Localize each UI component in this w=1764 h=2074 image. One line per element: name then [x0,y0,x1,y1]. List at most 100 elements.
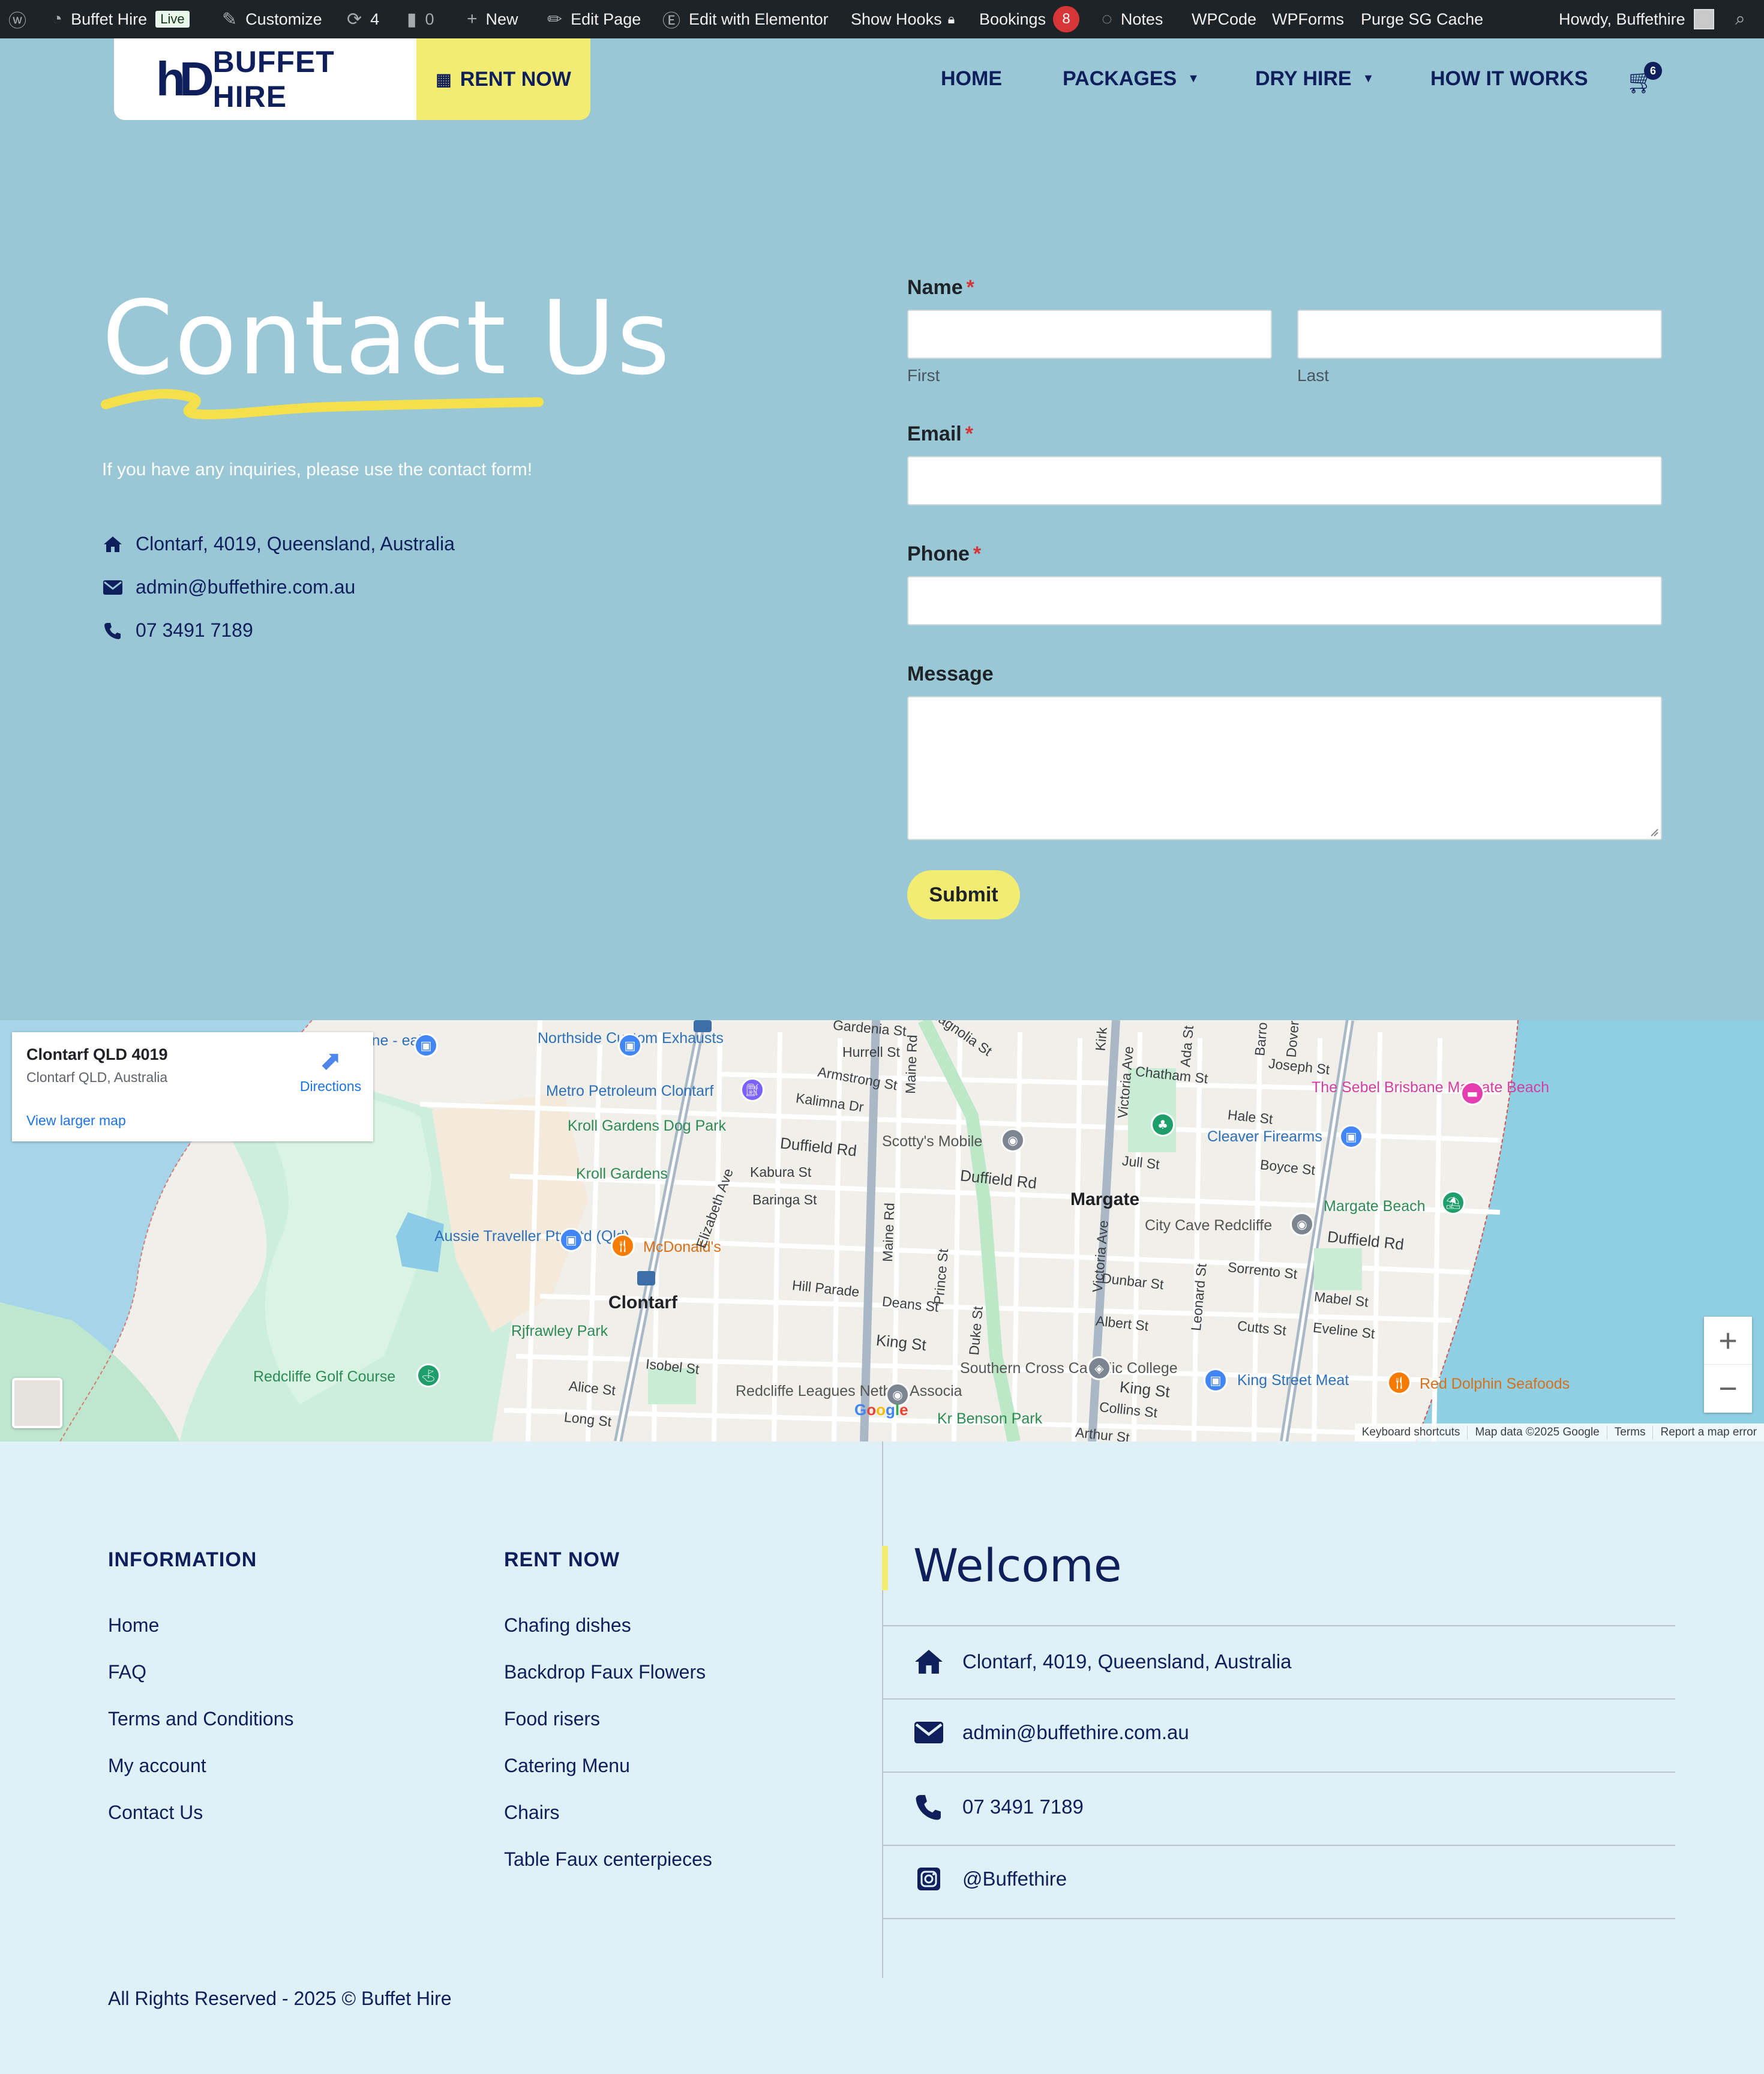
map-label-king-meat[interactable]: King Street Meat [1237,1372,1349,1389]
email-field[interactable] [907,456,1662,505]
admin-wpcode[interactable]: WPCode [1192,0,1256,38]
directions-icon: ⬈ [319,1046,342,1075]
dashboard-icon: ◔ [52,9,63,29]
map-label-aussie[interactable]: Aussie Traveller Pty Ltd (Qld) [434,1228,629,1245]
site-logo[interactable]: hD BUFFET HIRE [114,38,417,120]
map-pin-shopping-icon[interactable]: ▣ [1204,1368,1228,1392]
footer-rule [883,1918,1675,1919]
map-pin-place-icon[interactable]: ◉ [1001,1128,1025,1152]
message-textarea[interactable] [907,696,1662,840]
admin-edit-elementor[interactable]: Ⓔ Edit with Elementor [662,0,829,38]
hero-address-text: Clontarf, 4019, Queensland, Australia [136,533,455,555]
admin-bookings[interactable]: Bookings 8 [979,0,1080,38]
map-label-kroll-dog[interactable]: Kroll Gardens Dog Park [568,1117,726,1135]
hero-section [0,38,1764,1020]
keyboard-shortcuts-link[interactable]: Keyboard shortcuts [1355,1426,1468,1439]
hero-email[interactable]: admin@buffethire.com.au [102,576,355,598]
map-pin-place-icon[interactable]: ◉ [1290,1212,1314,1236]
admin-purge-cache[interactable]: Purge SG Cache [1361,0,1483,38]
map-label-southern-cross[interactable]: Southern Cross Catholic College [960,1360,1178,1377]
admin-wpforms[interactable]: WPForms [1272,0,1344,38]
admin-customize[interactable]: ✎ Customize [222,0,322,38]
zoom-in-button[interactable]: + [1704,1317,1752,1365]
hero-subtitle: If you have any inquiries, please use th… [102,460,533,479]
footer-link-faq[interactable]: FAQ [108,1661,146,1683]
last-name-input[interactable] [1297,310,1662,359]
nav-packages[interactable]: PACKAGES ▼ [1063,67,1199,91]
submit-button[interactable]: Submit [907,870,1020,919]
map-label-metro[interactable]: Metro Petroleum Clontarf [546,1083,713,1100]
footer-link-chafing[interactable]: Chafing dishes [504,1614,631,1637]
map-pin-restaurant-icon[interactable]: 🍴︎ [1387,1371,1411,1395]
admin-notes[interactable]: ◌ Notes [1102,0,1163,38]
view-larger-map-link[interactable]: View larger map [26,1113,126,1129]
footer-link-chairs[interactable]: Chairs [504,1802,559,1824]
street-maine-1: Maine Rd [902,1034,920,1095]
footer-phone[interactable]: 07 3491 7189 [912,1793,1084,1821]
map-pin-golf-icon[interactable]: ⛳︎ [416,1363,440,1387]
hero-phone[interactable]: 07 3491 7189 [102,619,253,642]
admin-site-name[interactable]: ◔ Buffet Hire Live [52,0,190,38]
map-label-benson[interactable]: Kr Benson Park [937,1410,1042,1428]
google-map[interactable]: Northside Custom Exhausts ine - ealer Me… [0,1020,1764,1441]
map-label-rjfrawley[interactable]: Rjfrawley Park [511,1323,608,1340]
nav-dry-hire[interactable]: DRY HIRE ▼ [1255,67,1374,91]
map-label-leagues[interactable]: Redcliffe Leagues Netball Associa [736,1383,962,1400]
map-pin-beach-icon[interactable]: ⛱︎ [1441,1191,1465,1215]
footer-link-backdrop[interactable]: Backdrop Faux Flowers [504,1661,706,1683]
map-pin-shopping-icon[interactable]: ▣ [618,1033,642,1057]
map-pin-hotel-icon[interactable]: ▬ [1460,1081,1484,1105]
zoom-out-button[interactable]: − [1704,1365,1752,1413]
rent-now-button[interactable]: ▦ RENT NOW [416,38,590,120]
resize-handle-icon[interactable] [1650,828,1658,837]
admin-updates[interactable]: ⟳ 4 [347,0,379,38]
footer-link-catering[interactable]: Catering Menu [504,1755,630,1777]
envelope-icon [912,1722,946,1743]
map-label-golf[interactable]: Redcliffe Golf Course [253,1368,395,1386]
admin-search-icon[interactable]: ⌕ [1735,0,1745,38]
map-pin-shopping-icon[interactable]: ▣ [1339,1125,1363,1149]
nav-how-it-works[interactable]: HOW IT WORKS [1430,67,1588,91]
map-pin-park-icon[interactable]: ♣ [1151,1113,1175,1137]
wordpress-logo-icon[interactable]: ⓦ [8,0,26,38]
report-error-link[interactable]: Report a map error [1653,1426,1764,1439]
admin-account[interactable]: Howdy, Buffethire [1559,0,1714,38]
map-label-scottys[interactable]: Scotty's Mobile [882,1133,982,1150]
phone-field[interactable] [907,576,1662,625]
footer-phone-text: 07 3491 7189 [962,1796,1084,1818]
admin-comments[interactable]: ▮ 0 [407,0,434,38]
admin-edit-page[interactable]: ✏ Edit Page [547,0,641,38]
map-label-red-dolphin[interactable]: Red Dolphin Seafoods [1420,1375,1570,1393]
footer-link-account[interactable]: My account [108,1755,206,1777]
map-pin-school-icon[interactable]: ◈ [1087,1356,1111,1380]
map-zoom-controls: + − [1704,1317,1752,1413]
footer-link-centerpieces[interactable]: Table Faux centerpieces [504,1848,712,1871]
map-label-kroll[interactable]: Kroll Gardens [576,1165,668,1183]
pencil-icon: ✏ [547,9,563,29]
footer-instagram[interactable]: @Buffethire [912,1866,1067,1892]
nav-home[interactable]: HOME [941,67,1002,91]
instagram-icon [912,1866,946,1892]
map-layer-toggle[interactable] [12,1378,62,1428]
directions-label: Directions [299,1078,362,1094]
map-label-margate-beach[interactable]: Margate Beach [1324,1198,1426,1215]
admin-new[interactable]: + New [467,0,518,38]
footer-link-terms[interactable]: Terms and Conditions [108,1708,293,1730]
admin-show-hooks[interactable]: Show Hooks 🔒︎ [851,0,955,38]
map-card-title: Clontarf QLD 4019 [26,1045,168,1063]
footer-link-risers[interactable]: Food risers [504,1708,600,1730]
map-label-cleaver[interactable]: Cleaver Firearms [1207,1128,1322,1146]
footer-link-contact[interactable]: Contact Us [108,1802,203,1824]
first-name-input[interactable] [907,310,1272,359]
terms-link[interactable]: Terms [1607,1426,1654,1439]
map-pin-restaurant-icon[interactable]: 🍴︎ [611,1234,635,1258]
directions-button[interactable]: ⬈ Directions [286,1045,376,1095]
map-pin-shopping-icon[interactable]: ▣ [414,1033,438,1057]
footer-email[interactable]: admin@buffethire.com.au [912,1721,1189,1744]
map-label-sebel[interactable]: The Sebel Brisbane Margate Beach [1312,1079,1549,1096]
map-label-citycave[interactable]: City Cave Redcliffe [1145,1217,1272,1234]
map-pin-shopping-icon[interactable]: ▣ [559,1228,583,1252]
map-pin-fuel-icon[interactable]: ⛽︎ [740,1078,764,1102]
phone-label: Phone * [907,543,981,566]
footer-link-home[interactable]: Home [108,1614,159,1637]
